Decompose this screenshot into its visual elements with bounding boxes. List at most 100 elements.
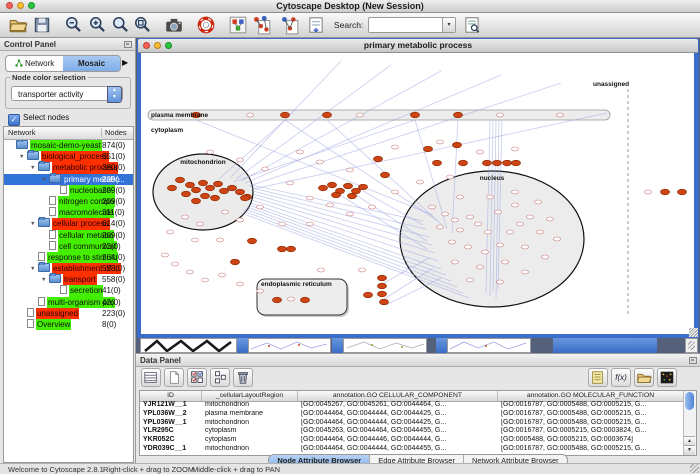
network-node-small[interactable] [527,215,534,219]
network-node-orange[interactable] [231,259,240,265]
network-node-orange[interactable] [220,188,229,194]
background-window-overview[interactable] [140,338,237,353]
network-node-small[interactable] [557,113,564,117]
tree-row[interactable]: multi-organism pro42(0) [4,297,133,308]
attribute-table-row[interactable]: YDR039C__1mitochondrion[GO:0044464, GO:0… [140,445,684,454]
network-node-small[interactable] [475,222,482,226]
network-node-small[interactable] [327,203,334,207]
network-node-small[interactable] [442,212,449,216]
attribute-column-header[interactable]: annotation.GO CELLULAR_COMPONENT [298,391,498,401]
network-node-small[interactable] [297,150,304,154]
tree-row[interactable]: cellular metabo209(0) [4,230,133,241]
save-session-icon[interactable] [32,15,52,35]
network-node-small[interactable] [288,297,295,301]
network-node-small[interactable] [217,238,224,242]
network-node-small[interactable] [512,147,519,151]
network-node-small[interactable] [447,175,454,179]
network-canvas[interactable]: plasma membranecytoplasmmitochondrionnuc… [141,53,694,334]
tree-row[interactable]: secretion41(0) [4,285,133,296]
select-all-attributes-icon[interactable] [187,368,207,387]
tree-row[interactable]: unassigned223(0) [4,308,133,319]
network-node-small[interactable] [167,230,174,234]
select-nodes-checkbox[interactable]: ✓ [8,114,20,126]
network-node-orange[interactable] [214,181,223,187]
network-window-titlebar[interactable]: primary metabolic process [138,39,698,53]
search-input[interactable]: ▾ [368,17,456,33]
background-window-thumb[interactable] [447,338,531,353]
attribute-table-row[interactable]: YLR295Ccytoplasm[GO:0045263, GO:0044464,… [140,427,684,436]
network-node-orange[interactable] [661,189,670,195]
zoom-selected-icon[interactable] [111,15,131,35]
tree-row[interactable]: response to stimulu264(0) [4,252,133,263]
network-node-small[interactable] [477,150,484,154]
attribute-column-header[interactable]: _cellularLayoutRegion [202,391,298,401]
network-node-orange[interactable] [273,297,282,303]
float-panel-icon[interactable] [124,41,132,48]
network-node-orange[interactable] [211,195,220,201]
vizmap-nodes-icon[interactable] [252,15,272,35]
tree-row[interactable]: ▼transport558(0) [4,274,133,285]
search-advanced-icon[interactable] [462,15,482,35]
network-node-orange[interactable] [512,160,521,166]
network-edge[interactable] [245,75,501,183]
network-node-small[interactable] [307,222,314,226]
network-node-small[interactable] [392,145,399,149]
network-node-small[interactable] [392,190,399,194]
network-node-small[interactable] [318,268,325,272]
network-node-small[interactable] [457,195,464,199]
network-node-small[interactable] [197,222,204,226]
tree-row[interactable]: mosaic-demo-yeast874(0) [4,140,133,151]
zoom-out-icon[interactable] [64,15,84,35]
network-node-small[interactable] [497,280,504,284]
network-edge[interactable] [236,65,391,179]
network-node-small[interactable] [449,240,456,244]
network-node-orange[interactable] [182,191,191,197]
network-node-small[interactable] [495,210,502,214]
network-node-orange[interactable] [454,112,463,118]
network-node-orange[interactable] [348,193,357,199]
attribute-table-scrollbar[interactable]: ▲ ▼ [683,391,696,455]
network-node-orange[interactable] [192,198,201,204]
network-node-small[interactable] [287,181,294,185]
background-window-grip[interactable] [685,338,698,353]
network-node-small[interactable] [237,218,244,222]
network-node-small[interactable] [237,158,244,162]
attribute-matrix-icon[interactable] [657,368,677,387]
network-node-small[interactable] [369,205,376,209]
network-node-orange[interactable] [236,189,245,195]
attribute-table-row[interactable]: YPL036W__2plasma membrane[GO:0044464, GO… [140,410,684,419]
node-grid-icon[interactable] [228,15,248,35]
select-attributes-icon[interactable] [141,368,161,387]
network-node-small[interactable] [219,273,226,277]
network-node-orange[interactable] [364,292,373,298]
network-node-small[interactable] [192,238,199,242]
tab-network[interactable]: Network [6,56,63,71]
network-node-small[interactable] [497,243,504,247]
attribute-table-row[interactable]: YPL036W__1mitochondrion[GO:0044464, GO:0… [140,419,684,428]
background-window-thumb[interactable] [343,338,427,353]
vizmap-edges-icon[interactable] [280,15,300,35]
network-node-orange[interactable] [378,291,387,297]
network-node-orange[interactable] [374,156,383,162]
network-node-orange[interactable] [186,182,195,188]
network-node-small[interactable] [307,196,314,200]
network-node-small[interactable] [517,222,524,226]
zoom-in-icon[interactable] [88,15,108,35]
network-node-orange[interactable] [380,299,389,305]
formula-builder-icon[interactable]: f(x) [611,368,631,387]
network-node-small[interactable] [482,250,489,254]
network-node-orange[interactable] [344,183,353,189]
zoom-fit-icon[interactable] [133,15,153,35]
network-node-small[interactable] [182,215,189,219]
network-node-small[interactable] [417,180,424,184]
network-node-orange[interactable] [378,275,387,281]
network-node-small[interactable] [465,245,472,249]
scrollbar-thumb[interactable] [685,392,694,410]
network-node-small[interactable] [645,190,652,194]
network-node-small[interactable] [257,289,264,293]
network-node-orange[interactable] [192,187,201,193]
network-node-small[interactable] [247,113,254,117]
network-node-orange[interactable] [241,195,250,201]
network-node-small[interactable] [554,237,561,241]
network-node-small[interactable] [497,113,504,117]
